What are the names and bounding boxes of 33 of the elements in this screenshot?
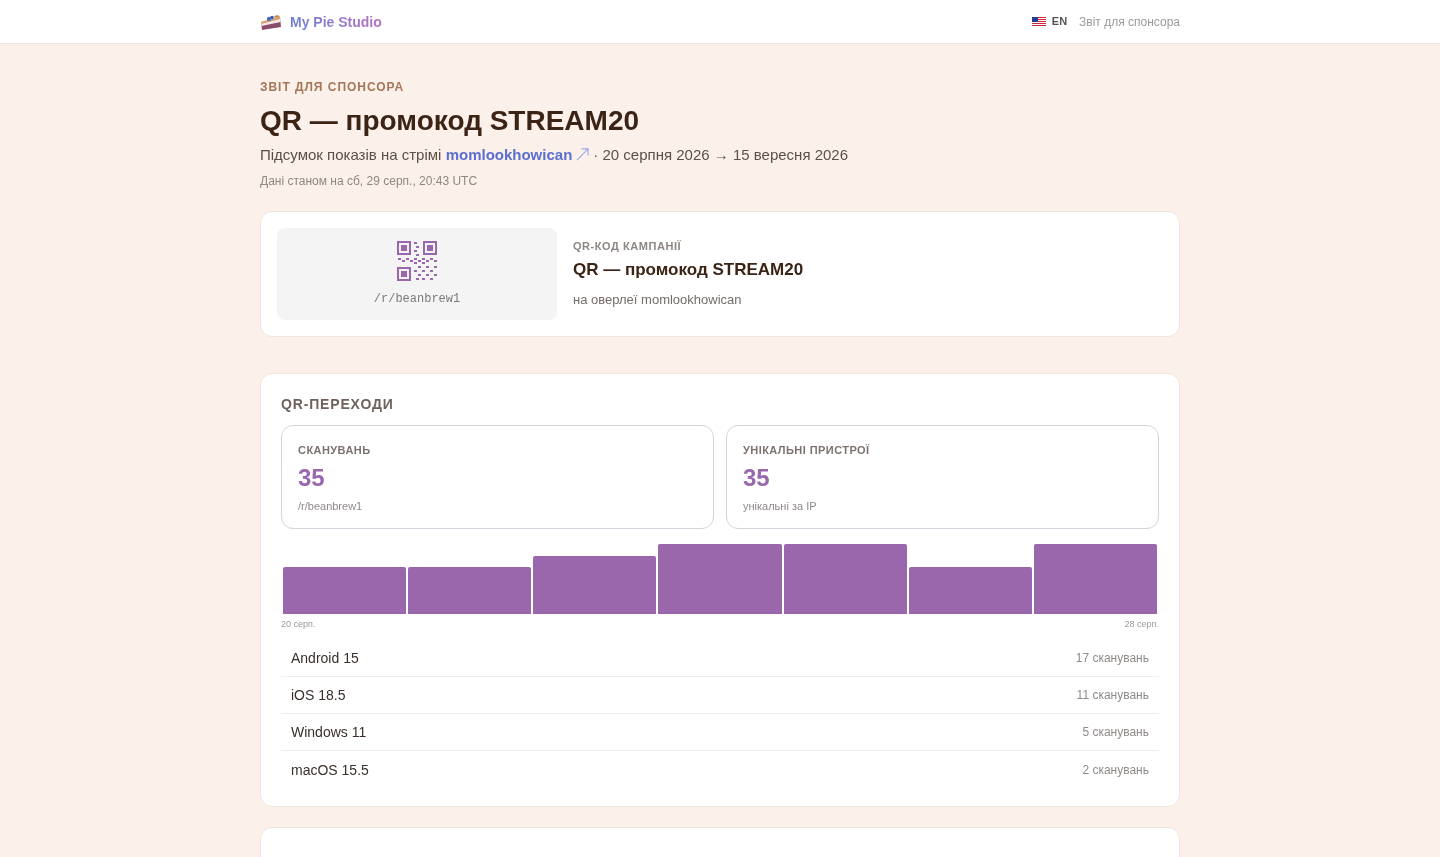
device-scan-count: 17 сканувань bbox=[1075, 650, 1149, 666]
stat-value: 35 bbox=[298, 463, 326, 493]
device-name: Windows 11 bbox=[291, 723, 367, 742]
device-scan-count: 5 сканувань bbox=[1082, 724, 1149, 740]
device-name: iOS 18.5 bbox=[291, 686, 346, 705]
stat-label: УНІКАЛЬНІ ПРИСТРОЇ bbox=[743, 443, 871, 458]
section-title: QR-ПЕРЕХОДИ bbox=[281, 395, 395, 414]
stat-label: СКАНУВАНЬ bbox=[298, 443, 372, 458]
campaign-note: на оверлеї momlookhowican bbox=[573, 291, 743, 309]
report-title: QR — промокод STREAM20 bbox=[260, 104, 641, 138]
flag-icon bbox=[1031, 17, 1046, 26]
diagonal-arrow-icon bbox=[576, 148, 590, 161]
axis-label: 20 серп. bbox=[281, 618, 316, 630]
language-switcher[interactable]: EN bbox=[1031, 13, 1068, 30]
device-scan-count: 2 сканувань bbox=[1082, 761, 1149, 778]
stat-note: унікальні за IP bbox=[743, 499, 818, 514]
campaign-eyebrow: QR-КОД КАМПАНІЇ bbox=[573, 239, 683, 254]
campaign-title: QR — промокод STREAM20 bbox=[573, 259, 804, 281]
pie-slice-icon bbox=[260, 12, 282, 31]
device-name: macOS 15.5 bbox=[291, 760, 369, 780]
axis-label: 28 серп. bbox=[1124, 618, 1159, 630]
report-summary: Підсумок показів на стрімі momlookhowican · 20 серпня 2026 → 15 вересня 2026 bbox=[260, 145, 850, 165]
report-eyebrow: ЗВІТ ДЛЯ СПОНСОРА bbox=[260, 79, 406, 95]
device-name: Android 15 bbox=[291, 649, 359, 668]
brand-logo-link[interactable]: My Pie Studio bbox=[260, 11, 382, 32]
stat-value: 35 bbox=[743, 463, 771, 493]
device-scan-count: 11 сканувань bbox=[1076, 687, 1149, 703]
page-label: Звіт для спонсора bbox=[1079, 13, 1180, 30]
qr-code-icon bbox=[397, 241, 437, 281]
channel-link[interactable]: momlookhowican bbox=[445, 146, 573, 163]
data-timestamp: Дані станом на сб, 29 серп., 20:43 UTC bbox=[260, 173, 479, 189]
qr-path: /r/beanbrew1 bbox=[373, 291, 461, 307]
stat-note: /r/beanbrew1 bbox=[298, 499, 364, 514]
